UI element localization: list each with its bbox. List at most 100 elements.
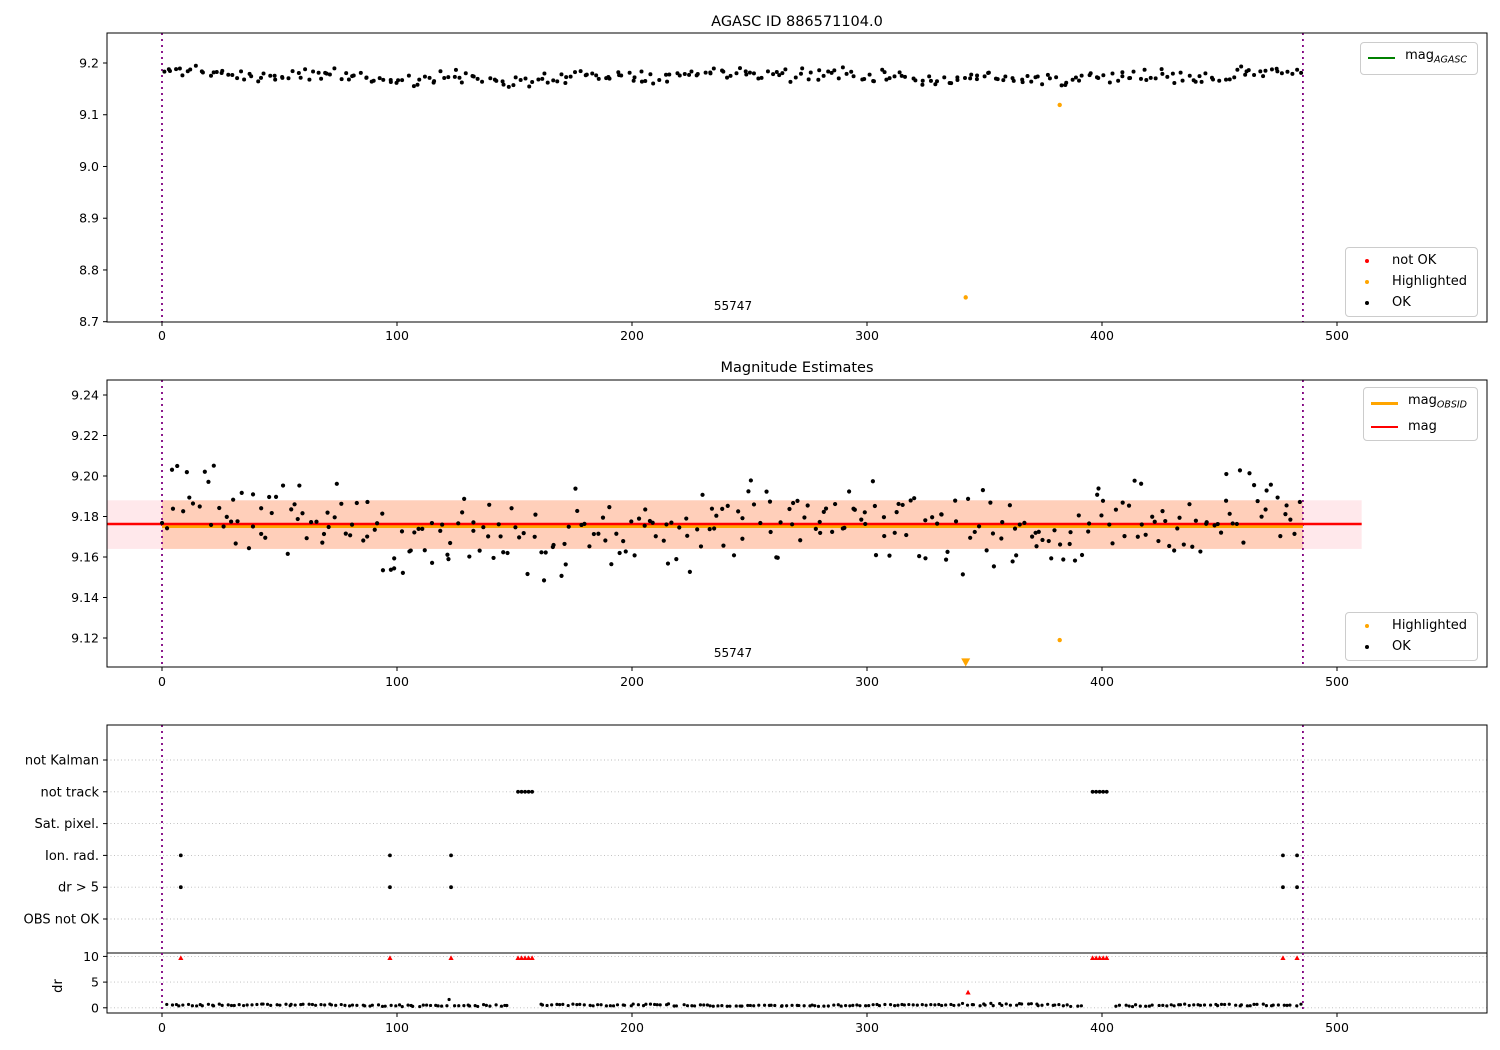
ok-point — [743, 69, 748, 74]
legend-marker-sample — [1365, 280, 1370, 284]
ok-point — [995, 77, 1000, 82]
ok-point — [780, 71, 785, 76]
ok-point — [846, 489, 852, 494]
dr-trace-point — [813, 1004, 817, 1008]
dr-trace-point — [1144, 1004, 1148, 1008]
x-tick-label: 0 — [158, 328, 166, 343]
ok-point — [211, 463, 216, 468]
ok-point — [273, 77, 278, 82]
x-tick-label: 100 — [385, 674, 409, 689]
x-tick-label: 0 — [158, 674, 166, 689]
ok-point — [1020, 80, 1025, 85]
dr-trace-point — [907, 1002, 911, 1007]
dr-trace-point — [1157, 1003, 1161, 1008]
ok-point — [976, 524, 982, 529]
ok-point — [180, 73, 185, 78]
top-plot-magnitudes: 0 100 200 300 400 500 8.7 8.8 8.9 9.0 9.1 9.2 — [79, 32, 1488, 343]
dr-trace-point — [911, 1003, 915, 1007]
ok-point — [1061, 557, 1066, 562]
ok-point — [1110, 71, 1115, 76]
dr-trace-point — [265, 1002, 270, 1006]
ok-point — [1197, 74, 1202, 79]
ok-point — [297, 483, 302, 488]
ok-point — [219, 71, 224, 76]
ok-point — [480, 79, 485, 84]
dr-trace-point — [1227, 1002, 1231, 1006]
ok-point — [392, 556, 397, 561]
dr-trace-point — [275, 1003, 279, 1007]
ok-point — [806, 77, 811, 82]
ok-point — [527, 84, 532, 89]
ok-point — [533, 512, 538, 517]
dr-trace-point — [343, 1003, 347, 1007]
ok-point — [863, 521, 868, 527]
dr-trace-point — [1040, 1003, 1044, 1007]
ok-point — [1156, 538, 1161, 544]
ok-point — [506, 84, 511, 89]
ok-point — [698, 544, 704, 549]
ok-point — [1193, 79, 1198, 84]
dr-trace-point — [206, 1002, 211, 1006]
ok-point — [892, 530, 897, 535]
dr-trace-point — [816, 1004, 821, 1008]
dr-trace-point — [1133, 1003, 1138, 1007]
dr-trace-point — [920, 1003, 924, 1007]
ok-point — [518, 78, 523, 83]
dr-trace-point — [893, 1004, 897, 1008]
ok-point — [1292, 531, 1297, 536]
dr-trace-point — [481, 1003, 486, 1007]
x-tick-label: 0 — [158, 1020, 166, 1035]
ok-point — [800, 66, 805, 71]
legend-item: magOBSID — [1370, 393, 1467, 414]
legend-label: mag — [1407, 418, 1437, 434]
ok-point — [582, 521, 587, 526]
dr-trace-point — [844, 1003, 848, 1008]
ok-point — [1143, 532, 1148, 537]
middle-plot-title: Magnitude Estimates — [720, 360, 873, 376]
ok-point — [202, 469, 207, 474]
ok-point — [1139, 481, 1144, 486]
ok-point — [621, 539, 626, 544]
ok-point — [563, 80, 568, 85]
ok-point — [259, 506, 264, 511]
dr-trace-point — [418, 1004, 422, 1009]
ok-point — [344, 71, 349, 76]
middle-plot-magnitude-estimates: 0 100 200 300 400 500 9.12 9.14 9.16 9.18 9.20 9.22… — [71, 379, 1488, 689]
ok-point — [734, 71, 739, 76]
ok-point — [813, 526, 818, 532]
ok-point — [578, 69, 583, 74]
ok-point — [208, 522, 214, 528]
dr-trace-point — [883, 1002, 887, 1007]
ok-point — [1113, 507, 1119, 512]
ok-point — [1217, 78, 1222, 83]
ok-point — [1135, 534, 1140, 539]
ok-point — [1232, 75, 1237, 80]
dr-trace-point — [752, 1004, 756, 1008]
dr-trace-point — [1192, 1003, 1196, 1007]
ok-point — [459, 80, 464, 85]
ok-point — [1086, 529, 1091, 534]
ok-point — [463, 71, 468, 76]
ok-point — [197, 504, 202, 509]
ok-point — [420, 526, 425, 531]
ok-point — [496, 522, 501, 527]
ok-point — [1126, 503, 1132, 508]
ok-point — [872, 503, 877, 509]
dr-trace-point — [1029, 1002, 1033, 1006]
ok-point — [1211, 77, 1216, 82]
dr-trace-point — [757, 1003, 761, 1007]
ok-point — [540, 76, 545, 81]
ok-point — [1258, 69, 1263, 74]
ok-point — [303, 67, 308, 72]
ok-point — [273, 494, 279, 499]
ok-point — [968, 76, 973, 81]
ok-point — [832, 501, 838, 507]
ok-point — [751, 71, 756, 76]
ok-point — [1278, 534, 1283, 539]
ok-point — [295, 516, 300, 522]
ok-point — [695, 72, 700, 77]
dr-trace-point — [355, 1003, 359, 1007]
dr-trace-point — [780, 1004, 784, 1008]
y-tick-label: 9.12 — [71, 631, 99, 646]
x-tick-label: 200 — [620, 1020, 644, 1035]
